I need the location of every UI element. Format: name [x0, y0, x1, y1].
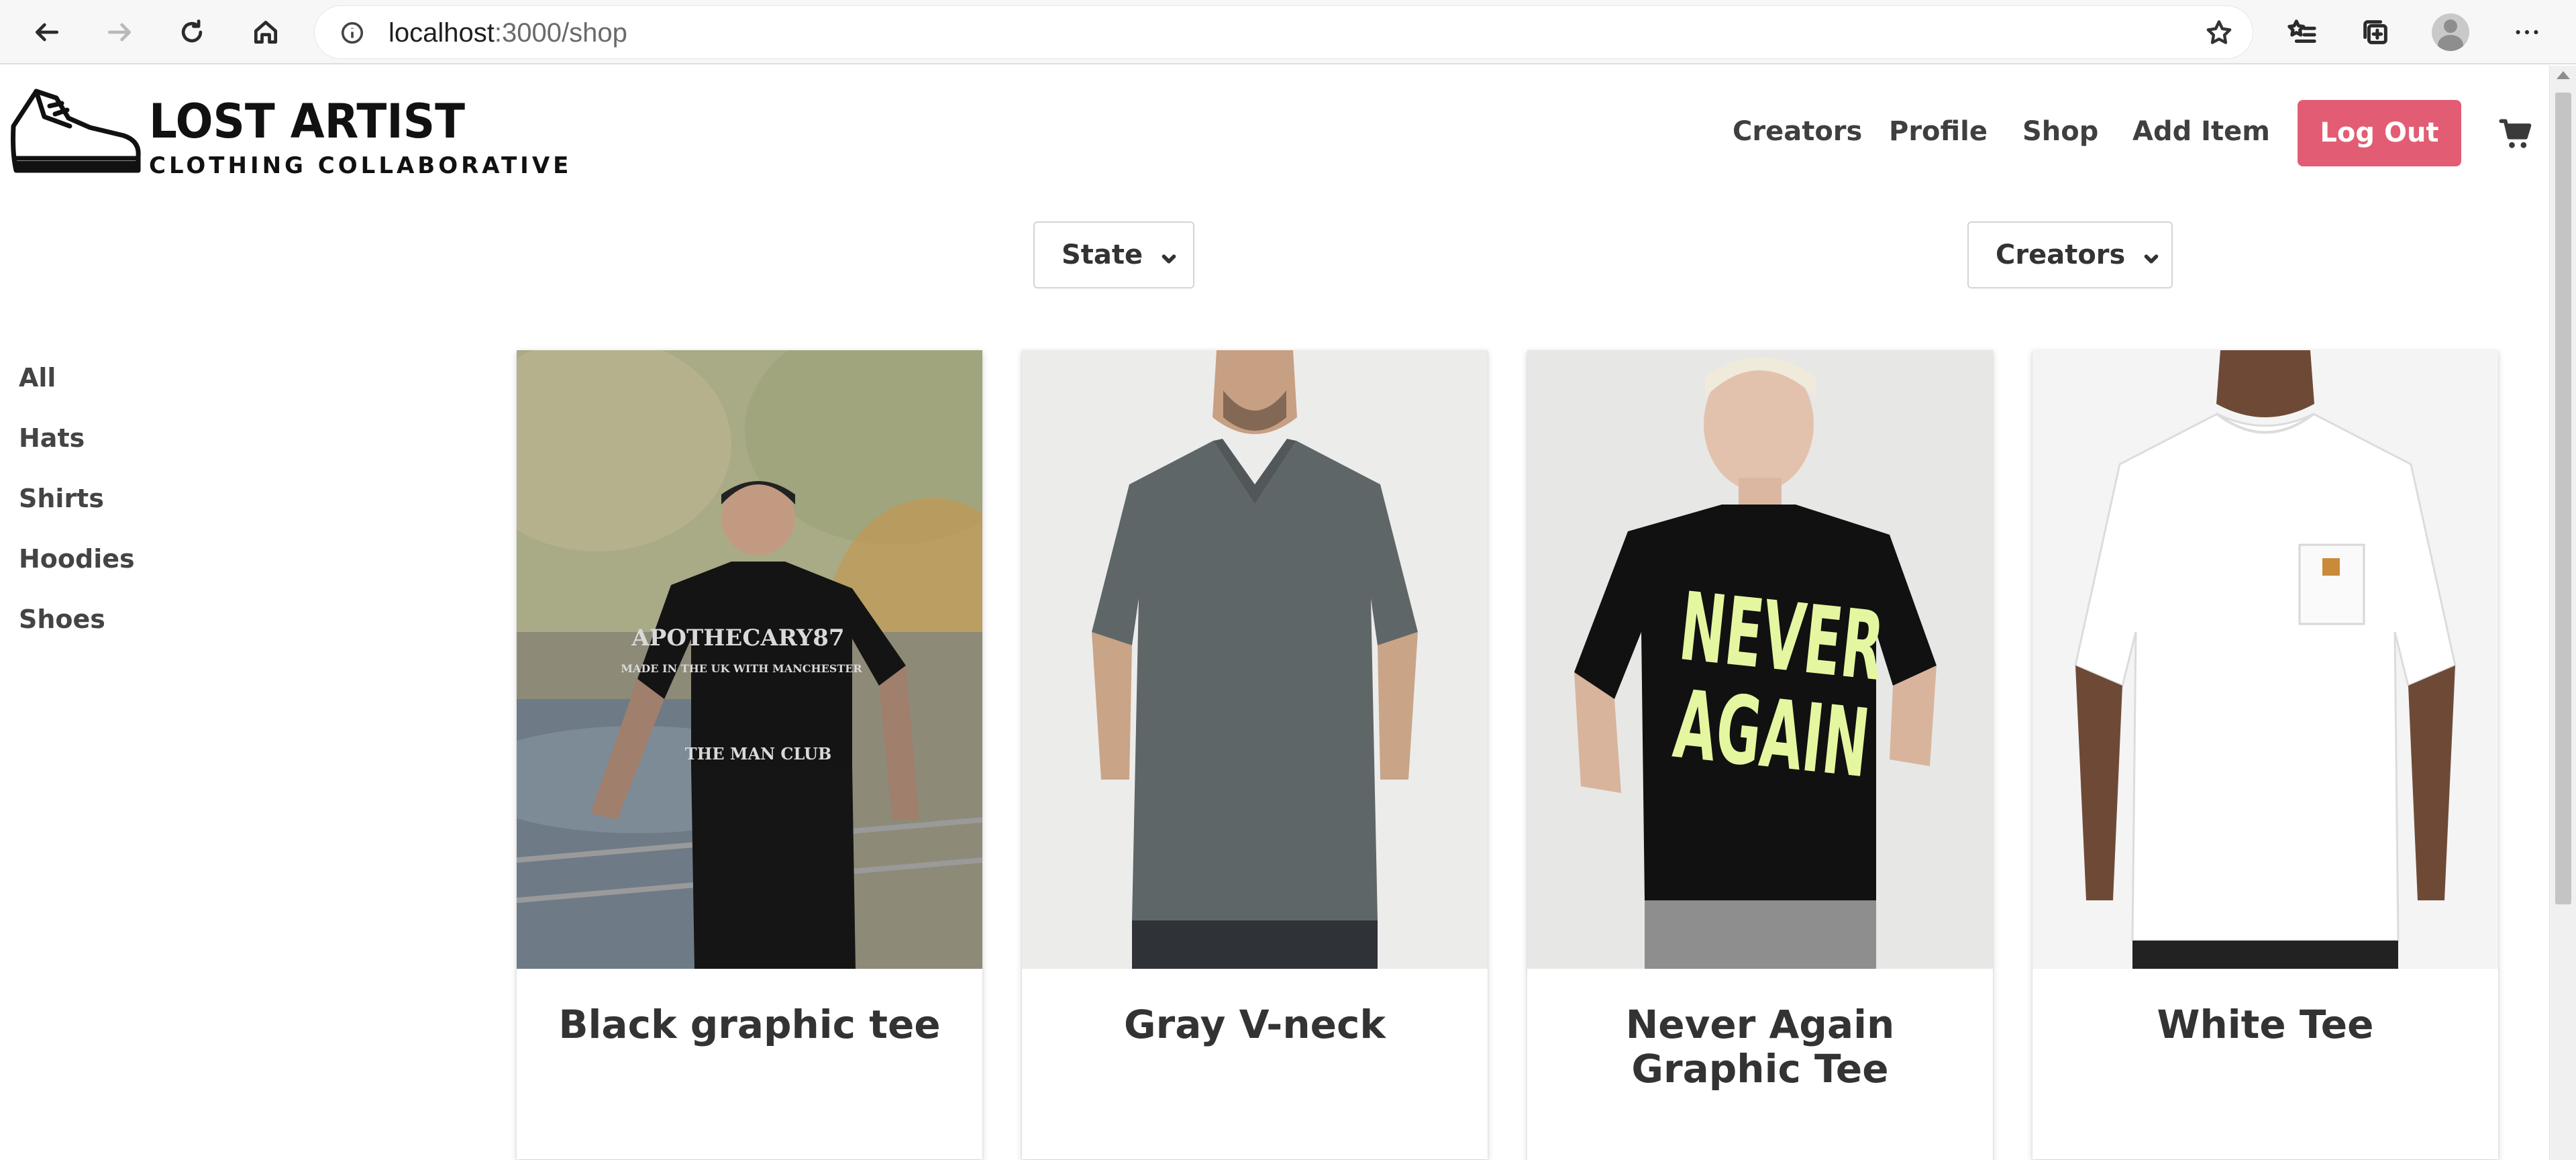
avatar-icon — [2432, 13, 2469, 51]
product-title[interactable]: White Tee — [2032, 969, 2498, 1047]
info-icon[interactable] — [340, 21, 364, 45]
refresh-button[interactable] — [169, 9, 215, 55]
scroll-up-arrow-icon[interactable] — [2557, 71, 2570, 79]
url-path: :3000/shop — [494, 18, 627, 48]
shirt-shape — [1092, 441, 1418, 920]
forward-arrow-icon — [107, 23, 132, 42]
svg-text:MADE IN THE UK WITH MANCHESTER: MADE IN THE UK WITH MANCHESTER — [621, 662, 862, 675]
product-image[interactable]: NEVER AGAIN — [1527, 350, 1993, 969]
home-button[interactable] — [243, 9, 289, 55]
forward-button[interactable] — [97, 9, 142, 55]
favorites-list-icon — [2287, 19, 2316, 43]
product-image[interactable]: APOTHECARY87 MADE IN THE UK WITH MANCHES… — [517, 350, 982, 969]
product-card[interactable]: APOTHECARY87 MADE IN THE UK WITH MANCHES… — [517, 350, 982, 1159]
category-shoes[interactable]: Shoes — [19, 600, 105, 638]
state-filter-label: State — [1062, 240, 1143, 270]
home-icon — [254, 20, 278, 44]
product-title[interactable]: Never Again Graphic Tee — [1527, 969, 1993, 1091]
category-shirts[interactable]: Shirts — [19, 480, 104, 517]
back-button[interactable] — [24, 9, 70, 55]
svg-text:APOTHECARY87: APOTHECARY87 — [631, 625, 844, 651]
brand-title: LOST ARTIST — [149, 94, 465, 149]
scrollbar-thumb[interactable] — [2555, 93, 2571, 904]
shopping-cart-icon[interactable] — [2499, 117, 2534, 152]
refresh-icon — [181, 19, 203, 43]
more-menu-button[interactable] — [2504, 9, 2550, 55]
svg-text:AGAIN: AGAIN — [1669, 670, 1874, 799]
brand-logo[interactable]: LOST ARTIST CLOTHING COLLABORATIVE — [9, 79, 600, 180]
nav-link-profile[interactable]: Profile — [1889, 110, 1988, 153]
sneaker-logo-icon — [9, 79, 144, 180]
collections-button[interactable] — [2353, 9, 2398, 55]
creators-filter-dropdown[interactable]: Creators — [1967, 221, 2173, 288]
product-image[interactable] — [2032, 350, 2498, 969]
collections-icon — [2363, 20, 2387, 44]
ellipsis-icon — [2516, 30, 2538, 35]
nav-link-creators[interactable]: Creators — [1733, 110, 1862, 153]
favorites-button[interactable] — [2279, 9, 2324, 55]
product-card[interactable]: NEVER AGAIN Never Again Graphic Tee — [1527, 350, 1993, 1160]
page-scrollbar[interactable] — [2549, 66, 2576, 1160]
product-image[interactable] — [1022, 350, 1488, 969]
nav-link-add-item[interactable]: Add Item — [2132, 110, 2270, 153]
address-bar[interactable]: localhost:3000/shop — [314, 5, 2253, 59]
profile-button[interactable] — [2428, 9, 2473, 55]
favorite-star-icon[interactable] — [2204, 18, 2234, 48]
product-card[interactable]: Gray V-neck — [1022, 350, 1488, 1159]
category-hoodies[interactable]: Hoodies — [19, 540, 135, 578]
logout-button[interactable]: Log Out — [2298, 100, 2461, 166]
back-arrow-icon — [35, 23, 59, 42]
product-title[interactable]: Black graphic tee — [517, 969, 982, 1047]
brand-subtitle: CLOTHING COLLABORATIVE — [149, 152, 572, 179]
product-card[interactable]: White Tee — [2032, 350, 2498, 1159]
nav-link-shop[interactable]: Shop — [2022, 110, 2098, 153]
state-filter-dropdown[interactable]: State — [1033, 221, 1194, 288]
category-hats[interactable]: Hats — [19, 419, 85, 457]
svg-text:THE MAN CLUB: THE MAN CLUB — [685, 744, 832, 763]
category-all[interactable]: All — [19, 359, 56, 397]
product-title[interactable]: Gray V-neck — [1022, 969, 1488, 1047]
url-text: localhost:3000/shop — [389, 6, 627, 60]
creators-filter-label: Creators — [1996, 240, 2126, 270]
browser-toolbar: localhost:3000/shop — [0, 0, 2576, 64]
page-content: LOST ARTIST CLOTHING COLLABORATIVE Creat… — [0, 66, 2549, 1160]
chevron-down-icon — [1159, 245, 1179, 265]
url-host: localhost — [389, 18, 495, 48]
chevron-down-icon — [2141, 245, 2161, 265]
